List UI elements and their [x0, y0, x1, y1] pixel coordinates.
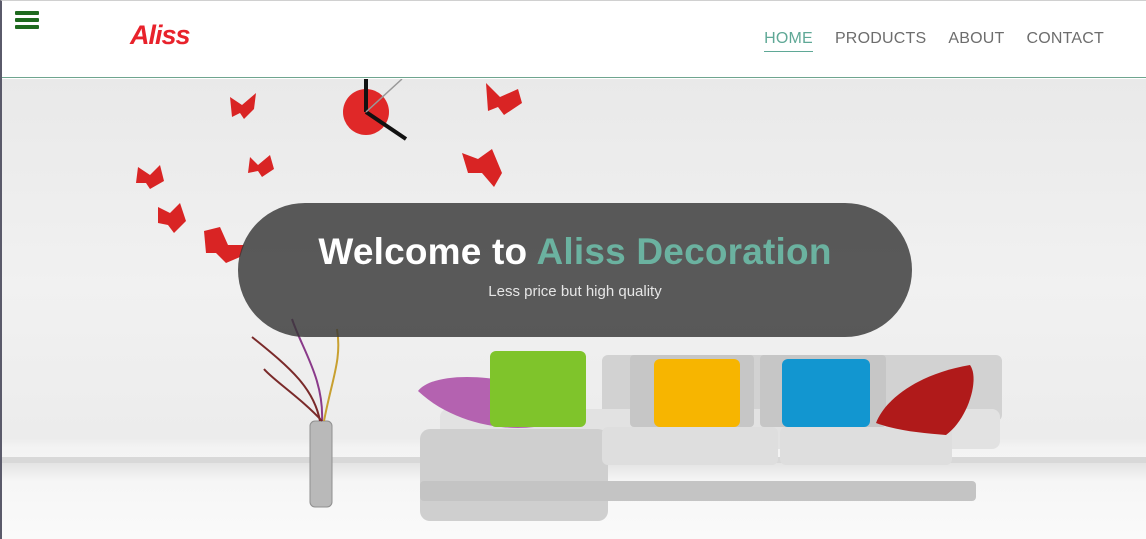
nav-link-home[interactable]: HOME — [764, 30, 813, 52]
menu-bar — [15, 18, 39, 22]
welcome-title-brand: Aliss Decoration — [536, 231, 832, 272]
hero-banner: Welcome to Aliss Decoration Less price b… — [2, 79, 1146, 539]
welcome-title: Welcome to Aliss Decoration — [238, 231, 912, 273]
wall-clock-image — [343, 79, 408, 141]
menu-bar — [15, 11, 39, 15]
menu-bar — [15, 25, 39, 29]
vase-image — [251, 318, 340, 508]
nav-link-contact[interactable]: CONTACT — [1026, 30, 1104, 52]
page: Aliss HOME PRODUCTS ABOUT CONTACT Welcom… — [0, 0, 1146, 539]
logo[interactable]: Aliss — [130, 20, 191, 51]
main-nav: HOME PRODUCTS ABOUT CONTACT — [764, 30, 1104, 52]
welcome-banner: Welcome to Aliss Decoration Less price b… — [238, 203, 912, 337]
navbar: Aliss HOME PRODUCTS ABOUT CONTACT — [2, 1, 1146, 78]
welcome-subtitle: Less price but high quality — [488, 283, 662, 300]
nav-link-products[interactable]: PRODUCTS — [835, 30, 926, 52]
nav-link-about[interactable]: ABOUT — [948, 30, 1004, 52]
welcome-title-prefix: Welcome to — [318, 231, 528, 272]
hamburger-menu-icon[interactable] — [15, 11, 39, 31]
